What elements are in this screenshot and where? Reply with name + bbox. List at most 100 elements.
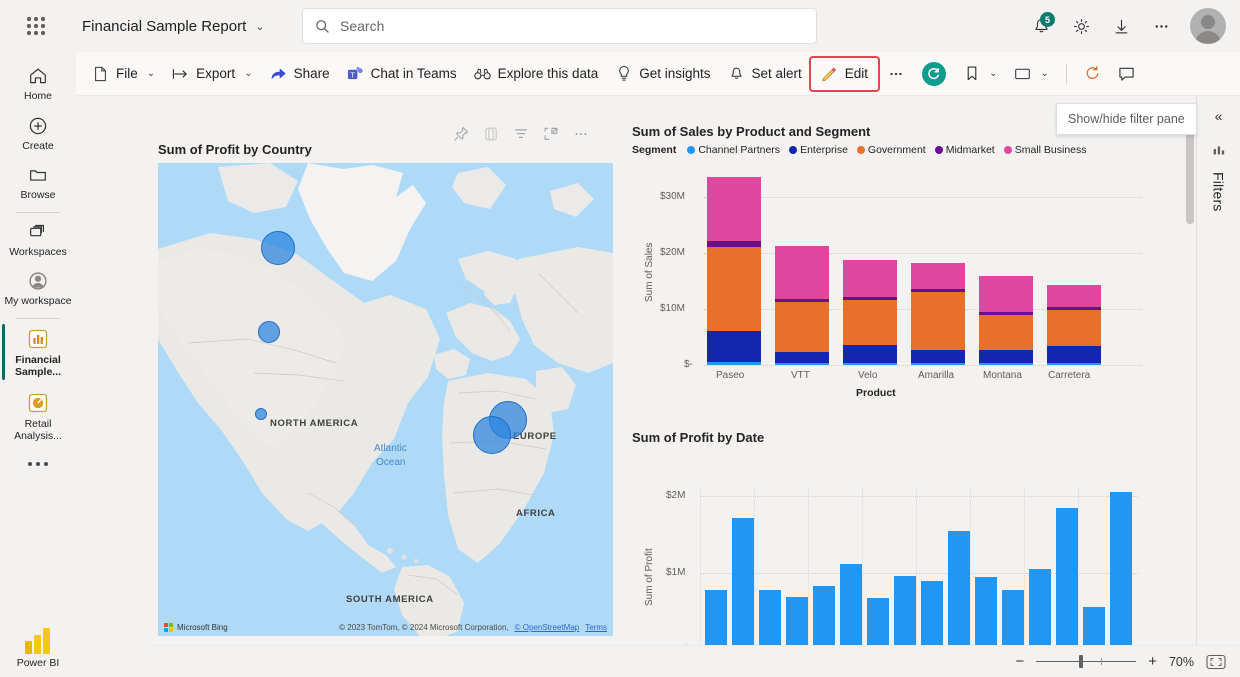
bar-segment-small-business[interactable]	[843, 260, 897, 297]
bar-group[interactable]	[911, 263, 965, 365]
map-bubble-france[interactable]	[473, 416, 511, 454]
focus-mode-icon[interactable]	[543, 126, 559, 142]
zoom-out-button[interactable]: −	[1015, 653, 1024, 670]
bar-group[interactable]	[1047, 285, 1101, 365]
notifications-button[interactable]: 5	[1024, 9, 1058, 43]
bar-segment-government[interactable]	[843, 300, 897, 345]
openstreetmap-link[interactable]: © OpenStreetMap	[515, 623, 580, 632]
map-bubble-mexico[interactable]	[255, 408, 267, 420]
sidebar-item-financial-sample[interactable]: Financial Sample...	[2, 320, 74, 384]
profit-by-date-visual[interactable]: Sum of Profit by Date Sum of Profit $2M …	[632, 430, 1152, 677]
bar-segment-government[interactable]	[911, 292, 965, 350]
zoom-slider-thumb[interactable]	[1079, 655, 1084, 668]
reset-button[interactable]	[914, 58, 954, 90]
bookmarks-button[interactable]: ⌄	[955, 58, 1005, 90]
bar[interactable]	[921, 581, 943, 650]
bar-segment-enterprise[interactable]	[775, 352, 829, 363]
bar-segment-channel-partners[interactable]	[843, 363, 897, 365]
bar-group[interactable]	[843, 260, 897, 365]
avatar[interactable]	[1190, 8, 1226, 44]
comments-button[interactable]	[1110, 58, 1143, 90]
command-bar-more-button[interactable]	[879, 58, 913, 90]
settings-button[interactable]	[1064, 9, 1098, 43]
bar-group[interactable]	[775, 246, 829, 365]
bar[interactable]	[786, 597, 808, 650]
bar[interactable]	[1083, 607, 1105, 650]
fit-to-page-icon[interactable]	[1206, 654, 1226, 670]
download-button[interactable]	[1104, 9, 1138, 43]
bar-segment-channel-partners[interactable]	[775, 363, 829, 365]
map-canvas[interactable]: NORTH AMERICA SOUTH AMERICA EUROPE AFRIC…	[158, 163, 613, 636]
report-title-chevron-down-icon[interactable]: ⌄	[255, 20, 264, 33]
set-alert-button[interactable]: Set alert	[720, 58, 810, 90]
legend-item[interactable]: Midmarket	[934, 144, 995, 156]
bar-segment-government[interactable]	[775, 302, 829, 352]
view-button[interactable]: ⌄	[1006, 58, 1056, 90]
bar[interactable]	[813, 586, 835, 650]
sidebar-item-retail-analysis[interactable]: Retail Analysis...	[2, 384, 74, 448]
sidebar-item-home[interactable]: Home	[2, 58, 74, 108]
refresh-button[interactable]	[1076, 58, 1109, 90]
bar[interactable]	[948, 531, 970, 650]
bar-segment-small-business[interactable]	[775, 246, 829, 299]
chat-in-teams-button[interactable]: T Chat in Teams	[339, 58, 465, 90]
map-bubble-usa[interactable]	[258, 321, 280, 343]
bar-segment-channel-partners[interactable]	[911, 363, 965, 365]
bar-segment-channel-partners[interactable]	[979, 363, 1033, 365]
more-options-icon[interactable]	[573, 126, 589, 142]
get-insights-button[interactable]: Get insights	[607, 58, 718, 90]
sidebar-more-button[interactable]	[28, 448, 48, 470]
bar-segment-channel-partners[interactable]	[1047, 363, 1101, 365]
sidebar-item-create[interactable]: Create	[2, 108, 74, 158]
bar[interactable]	[1029, 569, 1051, 650]
map-bubble-canada[interactable]	[261, 231, 295, 265]
bar-segment-small-business[interactable]	[911, 263, 965, 289]
filters-pane[interactable]: « Filters	[1196, 96, 1240, 645]
legend-item[interactable]: Enterprise	[789, 144, 848, 156]
filter-icon[interactable]	[513, 126, 529, 142]
sidebar-item-workspaces[interactable]: Workspaces	[2, 214, 74, 264]
copy-icon[interactable]	[483, 126, 499, 142]
filters-collapse-button[interactable]: «	[1215, 108, 1223, 124]
bar[interactable]	[1002, 590, 1024, 650]
legend-item[interactable]: Channel Partners	[687, 144, 780, 156]
legend-item[interactable]: Small Business	[1003, 144, 1087, 156]
bar-segment-enterprise[interactable]	[979, 350, 1033, 363]
bar-segment-channel-partners[interactable]	[707, 362, 761, 365]
bar[interactable]	[732, 518, 754, 650]
bar[interactable]	[894, 576, 916, 650]
bar-segment-enterprise[interactable]	[707, 331, 761, 362]
search-input[interactable]	[340, 18, 804, 34]
sales-by-product-segment-visual[interactable]: Sum of Sales by Product and Segment Segm…	[632, 124, 1152, 424]
export-menu-button[interactable]: Export ⌄	[164, 58, 260, 90]
bar-segment-enterprise[interactable]	[843, 345, 897, 363]
bar-segment-enterprise[interactable]	[1047, 346, 1101, 363]
app-launcher-icon[interactable]	[24, 14, 48, 38]
share-button[interactable]: Share	[262, 58, 338, 90]
pin-icon[interactable]	[453, 126, 469, 142]
bar[interactable]	[867, 598, 889, 650]
explore-this-data-button[interactable]: Explore this data	[466, 58, 607, 90]
map-terms-link[interactable]: Terms	[585, 623, 607, 632]
bar[interactable]	[975, 577, 997, 650]
zoom-in-button[interactable]: +	[1148, 653, 1157, 670]
bar[interactable]	[1110, 492, 1132, 650]
bar-segment-government[interactable]	[1047, 310, 1101, 346]
bar-segment-small-business[interactable]	[707, 177, 761, 241]
bar-segment-government[interactable]	[707, 247, 761, 331]
bar-segment-enterprise[interactable]	[911, 350, 965, 363]
zoom-slider[interactable]	[1036, 655, 1137, 668]
sidebar-item-my-workspace[interactable]: My workspace	[2, 263, 74, 313]
edit-button[interactable]: Edit	[808, 55, 881, 92]
bar-group[interactable]	[707, 177, 761, 365]
map-visual[interactable]: Sum of Profit by Country NORTH AMERICA S…	[158, 126, 613, 668]
file-menu-button[interactable]: File ⌄	[84, 58, 163, 90]
bar-segment-small-business[interactable]	[1047, 285, 1101, 307]
bar-segment-government[interactable]	[979, 315, 1033, 350]
search-box[interactable]	[302, 8, 817, 44]
header-more-button[interactable]	[1144, 9, 1178, 43]
bar[interactable]	[705, 590, 727, 650]
bar[interactable]	[840, 564, 862, 650]
legend-item[interactable]: Government	[856, 144, 926, 156]
bar-segment-small-business[interactable]	[979, 276, 1033, 312]
